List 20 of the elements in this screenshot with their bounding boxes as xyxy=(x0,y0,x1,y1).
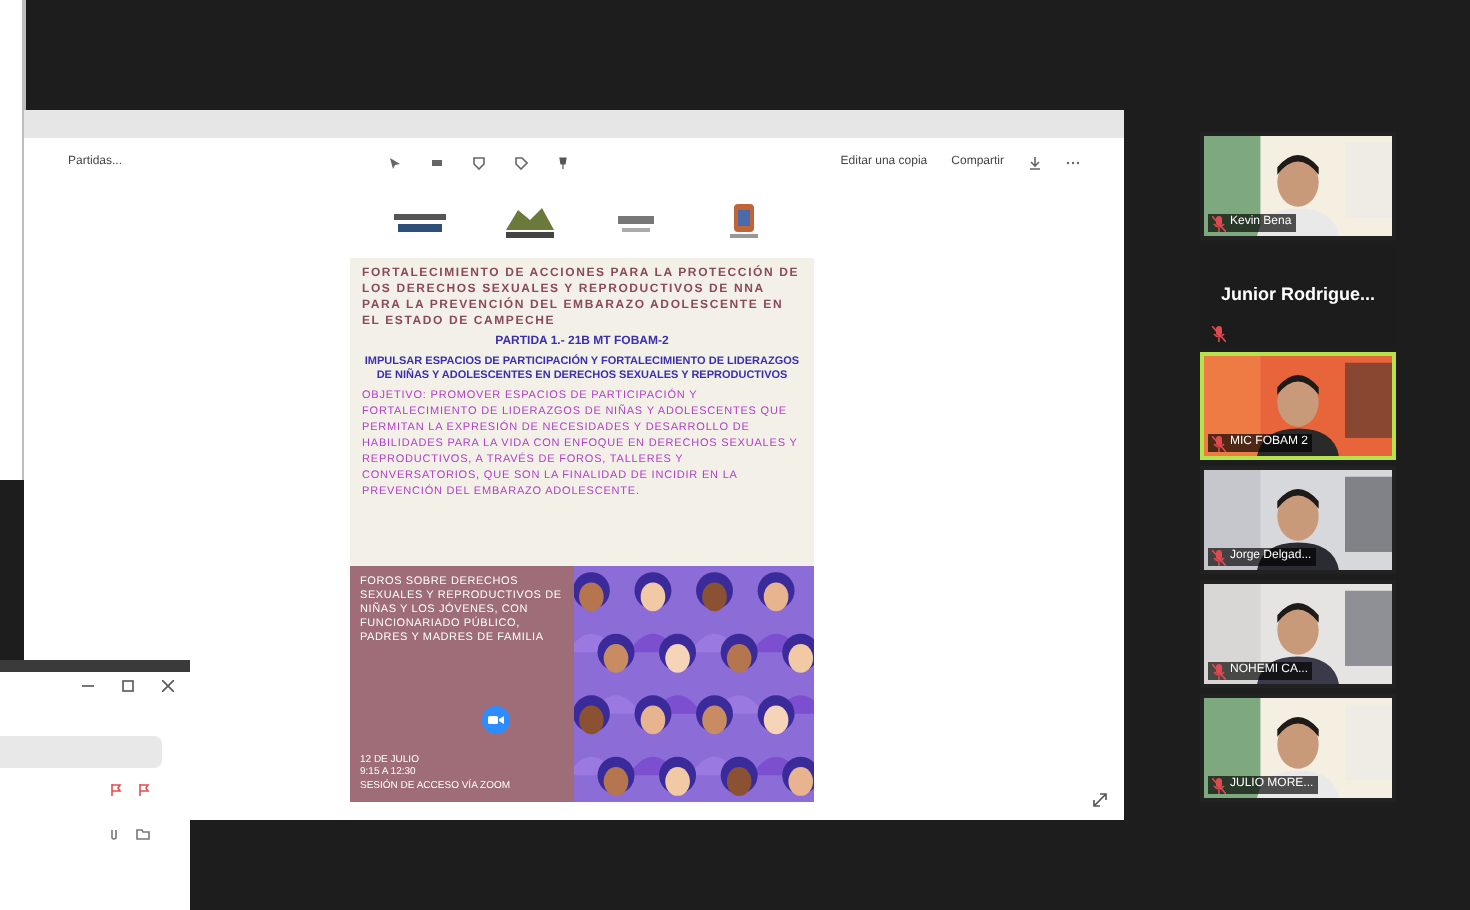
download-icon xyxy=(1028,155,1042,169)
muted-mic-icon xyxy=(1212,663,1226,679)
folder-icon xyxy=(136,828,150,840)
minimize-icon[interactable] xyxy=(82,680,94,692)
video-call-icon xyxy=(482,706,510,734)
participant-name: Junior Rodrigue... xyxy=(1220,282,1375,309)
muted-mic-icon xyxy=(1212,435,1226,451)
flag-icon xyxy=(110,784,122,796)
expand-icon xyxy=(1092,792,1108,808)
shield-icon xyxy=(472,155,486,169)
close-icon[interactable] xyxy=(162,680,174,692)
muted-mic-icon xyxy=(1212,326,1226,342)
tag-icon xyxy=(514,155,528,169)
muted-mic-icon xyxy=(1212,777,1226,793)
pin-icon xyxy=(556,155,570,169)
restore-icon[interactable] xyxy=(122,680,134,692)
flag-icon xyxy=(138,784,150,796)
muted-mic-icon xyxy=(1212,549,1226,565)
pointer-icon xyxy=(388,155,402,169)
muted-mic-icon xyxy=(1212,215,1226,231)
